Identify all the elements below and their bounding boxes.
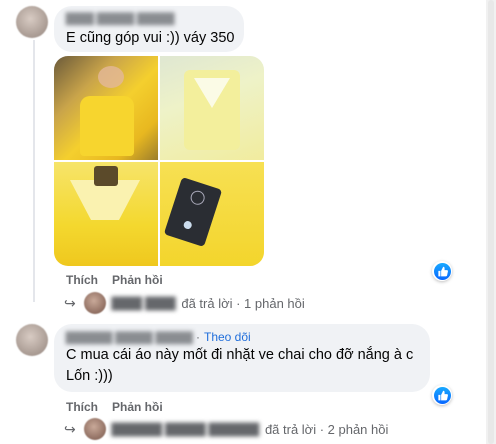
like-reaction-badge[interactable]	[432, 261, 452, 281]
follow-link[interactable]: Theo dõi	[204, 330, 251, 344]
dress-photo-1[interactable]	[54, 56, 158, 160]
replier-name-blurred: ▇▇▇ ▇▇▇	[111, 295, 176, 310]
reply-button[interactable]: Phản hồi	[112, 400, 163, 414]
like-button[interactable]: Thích	[66, 273, 98, 287]
thumbs-up-icon	[433, 386, 451, 404]
scrollbar-thumb[interactable]	[488, 0, 494, 444]
replies-summary: đã trả lời · 2 phản hồi	[264, 421, 389, 437]
thread-line	[33, 40, 35, 302]
replier-name-blurred: ▇▇▇▇▇ ▇▇▇▇ ▇▇▇▇▇	[111, 421, 259, 436]
dress-photo-2[interactable]	[160, 56, 264, 160]
replies-link[interactable]: ↪ ▇▇▇ ▇▇▇ đã trả lời · 1 phản hồi	[64, 292, 305, 314]
thumbs-up-icon	[433, 262, 451, 280]
replies-link[interactable]: ↪ ▇▇▇▇▇ ▇▇▇▇ ▇▇▇▇▇ đã trả lời · 2 phản h…	[64, 418, 388, 440]
dress-photo-3[interactable]	[54, 162, 158, 266]
dress-photo-4[interactable]	[160, 162, 264, 266]
comment-text-line-2: Lốn :)))	[66, 368, 113, 384]
avatar	[83, 292, 106, 314]
separator-dot: ·	[196, 330, 200, 344]
price-tag-icon	[163, 176, 223, 248]
replies-summary: đã trả lời · 1 phản hồi	[181, 295, 305, 311]
avatar[interactable]	[16, 6, 48, 38]
commenter-name-blurred[interactable]: ▇▇▇▇▇ ▇▇▇▇ ▇▇▇▇	[66, 330, 193, 344]
reply-arrow-icon: ↪	[64, 294, 76, 311]
like-reaction-badge[interactable]	[432, 385, 452, 405]
reply-button[interactable]: Phản hồi	[112, 273, 163, 287]
comment-text: E cũng góp vui :)) váy 350	[66, 30, 235, 46]
scrollbar[interactable]	[486, 0, 496, 444]
commenter-name-blurred[interactable]: ▇▇▇ ▇▇▇▇ ▇▇▇▇	[66, 11, 174, 25]
photo-grid[interactable]	[54, 56, 264, 266]
reply-arrow-icon: ↪	[64, 420, 76, 437]
comment-text-line-1: C mua cái áo này mốt đi nhặt ve chai cho…	[66, 347, 414, 363]
like-button[interactable]: Thích	[66, 400, 98, 414]
avatar	[83, 418, 106, 440]
avatar[interactable]	[16, 324, 48, 356]
